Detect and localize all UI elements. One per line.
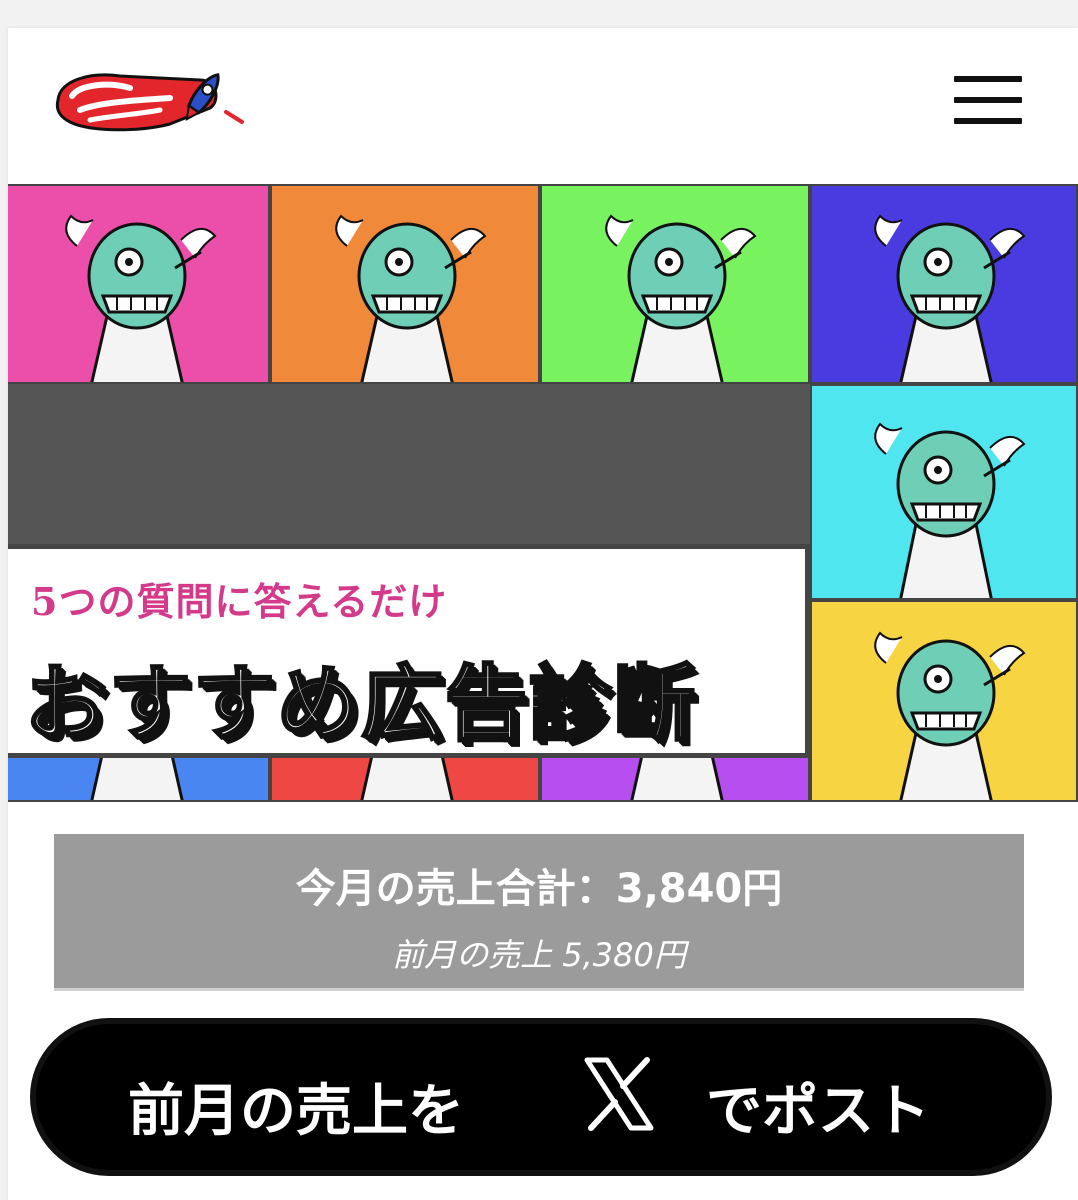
header xyxy=(8,28,1078,174)
post-button-label-before: 前月の売上を xyxy=(128,1079,464,1144)
previous-month-sales: 前月の売上 5,380円 xyxy=(392,936,686,974)
page: 5つの質問に答えるだけ おすすめ広告診断 今月の売上合計：3,840円 前月の売… xyxy=(8,28,1078,1200)
hamburger-menu-icon[interactable] xyxy=(954,76,1022,124)
banner-title-box: 5つの質問に答えるだけ おすすめ広告診断 xyxy=(8,544,810,758)
character-tile xyxy=(810,600,1078,802)
character-illustration-icon xyxy=(65,214,217,382)
ad-diagnosis-banner[interactable]: 5つの質問に答えるだけ おすすめ広告診断 xyxy=(8,184,1078,802)
character-illustration-icon xyxy=(874,214,1026,382)
post-to-x-button[interactable]: 前月の売上を でポスト xyxy=(30,1018,1052,1176)
character-illustration-icon xyxy=(874,422,1026,598)
current-month-sales: 今月の売上合計：3,840円 xyxy=(295,866,783,912)
post-button-label-after: でポスト xyxy=(706,1079,930,1144)
character-tile xyxy=(270,184,540,384)
x-logo-icon xyxy=(581,1056,657,1132)
character-illustration-icon xyxy=(874,631,1026,800)
banner-subtitle: 5つの質問に答えるだけ xyxy=(31,579,448,624)
banner-title: おすすめ広告診断 xyxy=(23,656,698,754)
character-illustration-icon xyxy=(335,214,487,382)
sales-summary: 今月の売上合計：3,840円 前月の売上 5,380円 xyxy=(54,834,1024,991)
character-tile xyxy=(810,184,1078,384)
oddpotato-rocket-logo-icon[interactable] xyxy=(50,62,250,136)
character-illustration-icon xyxy=(605,214,757,382)
character-tile xyxy=(810,384,1078,600)
character-tile xyxy=(540,184,810,384)
character-tile xyxy=(8,184,270,384)
